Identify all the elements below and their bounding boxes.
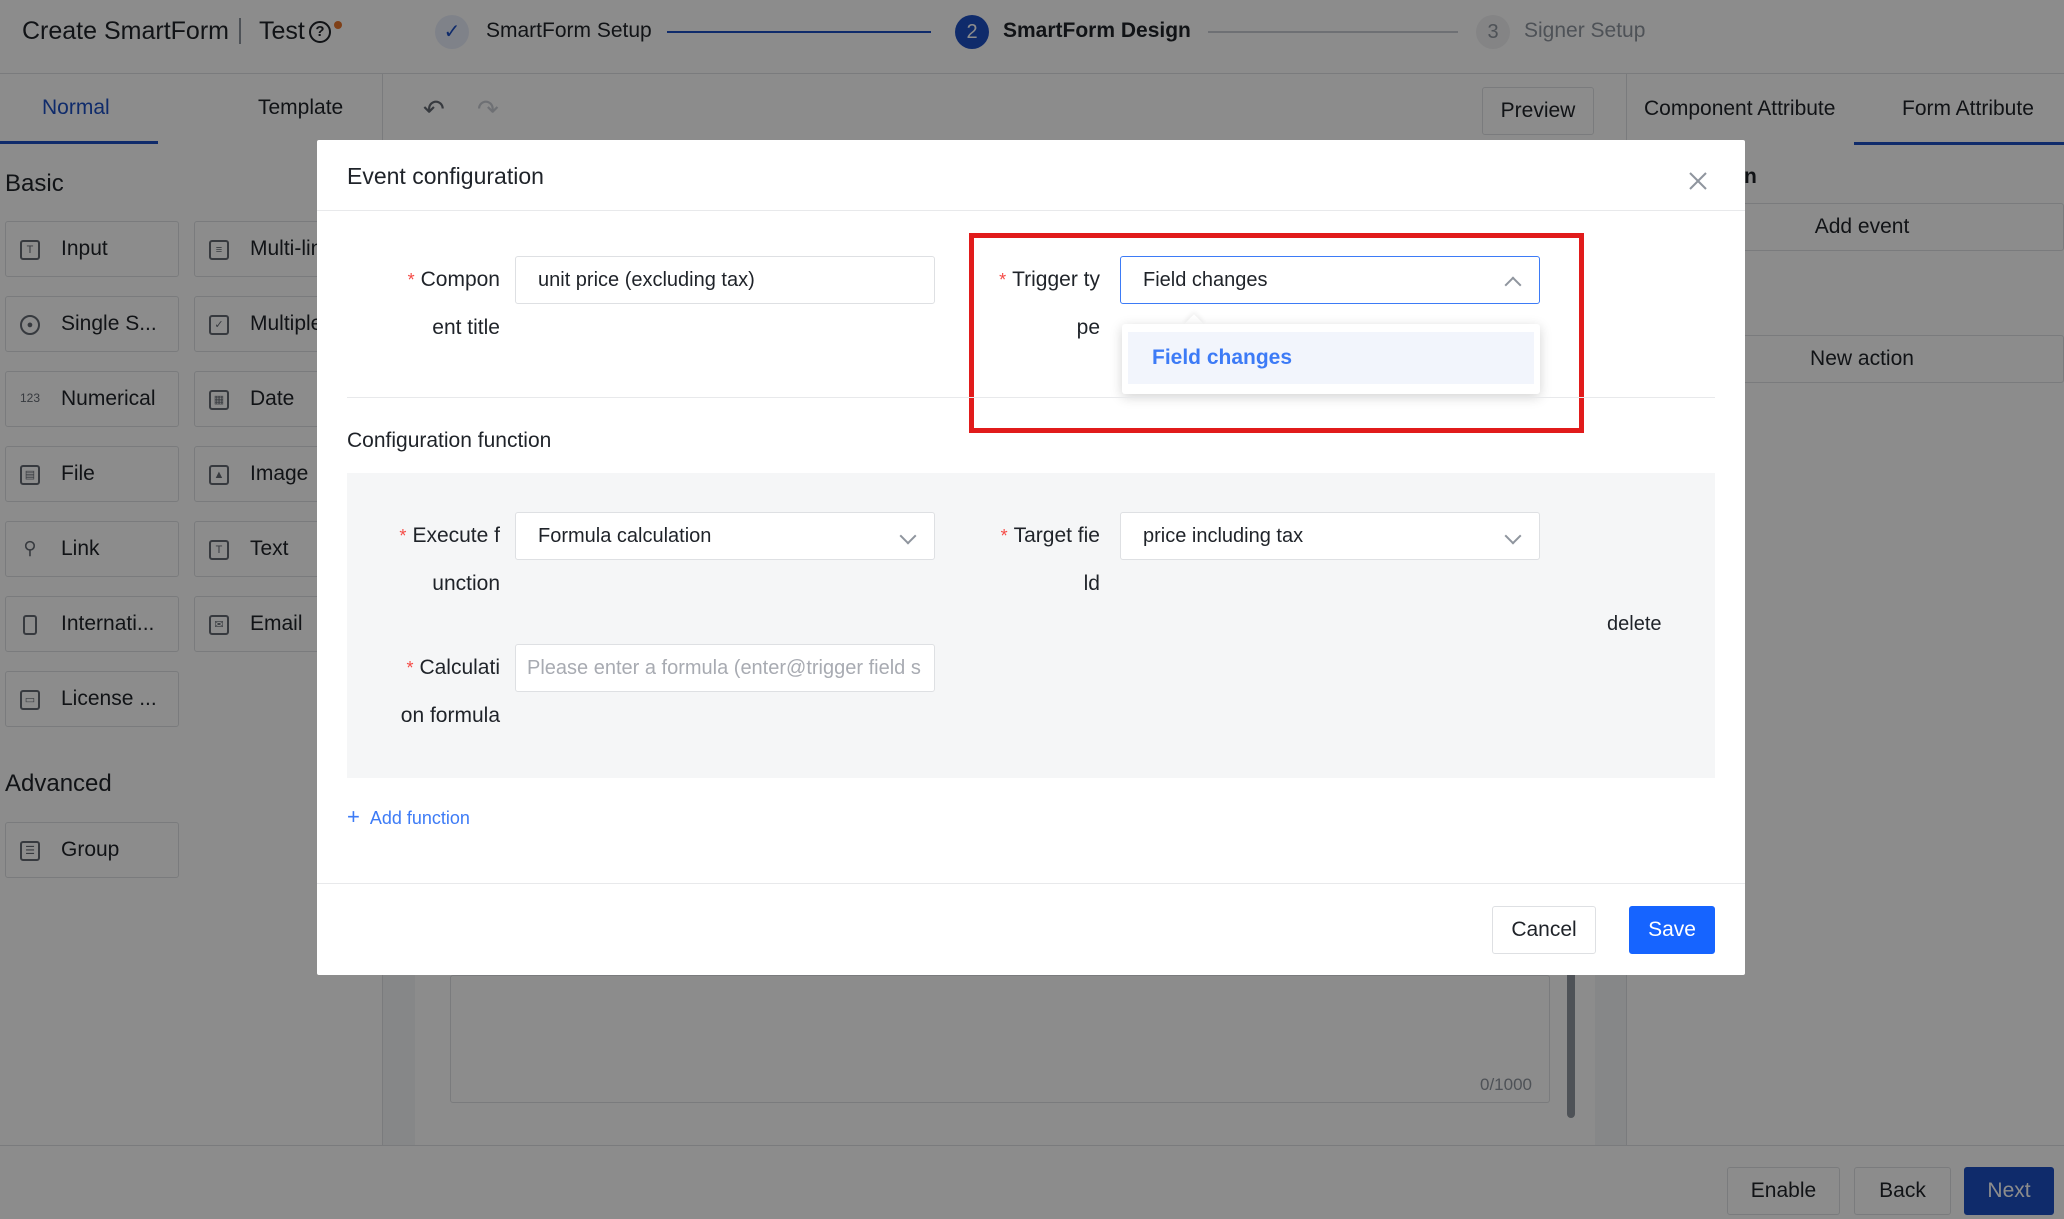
required-mark: *: [399, 526, 407, 546]
target-field-select[interactable]: price including tax: [1120, 512, 1540, 560]
dialog-title: Event configuration: [347, 163, 544, 189]
formula-placeholder: Please enter a formula (enter@trigger fi…: [527, 657, 921, 679]
add-function-label: Add function: [369, 808, 470, 828]
configuration-function-title: Configuration function: [347, 429, 552, 452]
target-field-value: price including tax: [1143, 525, 1304, 547]
label-text: Calculati: [419, 656, 500, 679]
header-divider: [317, 210, 1745, 211]
label-text: Compon: [420, 268, 500, 291]
component-title-label-wrap: ent title: [432, 316, 500, 339]
target-field-label-wrap: ld: [1083, 572, 1100, 595]
highlight-annotation-box: [969, 233, 1584, 433]
execute-function-label-wrap: unction: [432, 572, 500, 595]
cancel-button[interactable]: Cancel: [1492, 906, 1596, 954]
calculation-formula-label-wrap: on formula: [400, 704, 500, 727]
execute-function-select[interactable]: Formula calculation: [515, 512, 935, 560]
footer-divider: [317, 883, 1745, 884]
execute-function-label: * Execute f: [377, 512, 500, 560]
add-function-link[interactable]: + Add function: [347, 804, 470, 830]
calculation-formula-input[interactable]: Please enter a formula (enter@trigger fi…: [515, 644, 935, 692]
required-mark: *: [407, 270, 415, 290]
close-icon[interactable]: [1687, 170, 1709, 192]
chevron-down-icon: [1504, 527, 1522, 545]
required-mark: *: [406, 658, 414, 678]
execute-function-value: Formula calculation: [538, 525, 712, 547]
event-configuration-dialog: Event configuration * Compon ent title un…: [317, 140, 1745, 975]
component-title-label: * Compon: [377, 256, 500, 304]
required-mark: *: [1000, 526, 1008, 546]
component-title-field[interactable]: unit price (excluding tax): [515, 256, 935, 304]
section-divider: [347, 397, 1715, 398]
label-text: Target fie: [1013, 524, 1100, 547]
label-text: Execute f: [412, 524, 500, 547]
calculation-formula-label: * Calculati: [377, 644, 500, 692]
chevron-down-icon: [899, 527, 917, 545]
delete-function-link[interactable]: delete: [1607, 613, 1662, 636]
plus-icon: +: [347, 804, 360, 829]
target-field-label: * Target fie: [977, 512, 1100, 560]
save-button[interactable]: Save: [1629, 906, 1715, 954]
